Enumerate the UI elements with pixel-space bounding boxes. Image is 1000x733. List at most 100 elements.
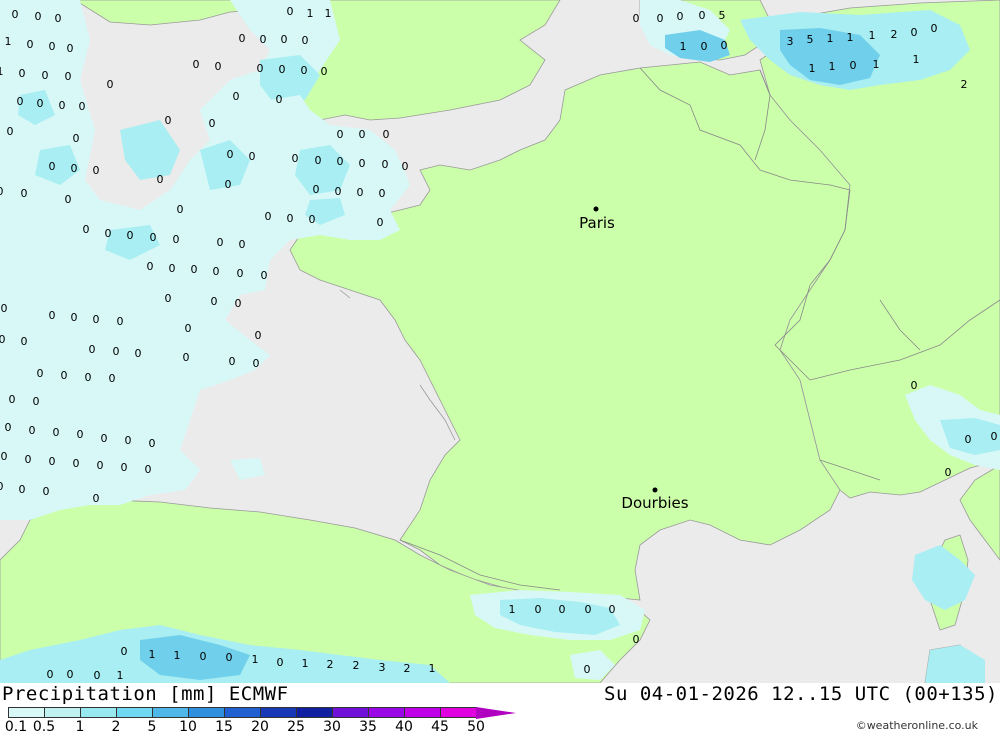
precip-value-label: 0	[5, 421, 12, 434]
precip-value-label: 1	[509, 603, 516, 616]
map-title: Precipitation [mm] ECMWF	[2, 683, 289, 705]
precip-value-label: 0	[97, 459, 104, 472]
precip-value-label: 0	[9, 393, 16, 406]
precip-value-label: 0	[121, 461, 128, 474]
precip-value-label: 0	[559, 603, 566, 616]
scale-tick-label: 45	[431, 719, 449, 733]
precip-value-label: 0	[37, 97, 44, 110]
precip-value-label: 0	[185, 322, 192, 335]
scale-tick-label: 15	[215, 719, 233, 733]
legend-bar: Precipitation [mm] ECMWF Su 04-01-2026 1…	[0, 683, 1000, 733]
precip-value-label: 1	[809, 62, 816, 75]
precip-value-label: 0	[67, 668, 74, 681]
precip-value-label: 0	[177, 203, 184, 216]
precip-value-label: 0	[149, 437, 156, 450]
scale-tick-label: 0.5	[32, 719, 56, 733]
precip-value-label: 0	[377, 216, 384, 229]
precip-value-label: 0	[35, 10, 42, 23]
precip-value-label: 0	[584, 663, 591, 676]
precip-value-label: 0	[277, 656, 284, 669]
scale-tick-label: 2	[111, 719, 121, 733]
precip-value-label: 0	[21, 335, 28, 348]
precip-value-label: 1	[325, 7, 332, 20]
precip-value-label: 0	[67, 42, 74, 55]
precipitation-map: Paris Dourbies 0000111000100000000000000…	[0, 0, 1000, 683]
precip-value-label: 0	[193, 58, 200, 71]
precip-value-label: 1	[873, 58, 880, 71]
precip-value-label: 0	[21, 187, 28, 200]
precip-value-label: 0	[107, 78, 114, 91]
scale-arrow	[476, 707, 516, 719]
precip-value-label: 1	[429, 662, 436, 675]
weather-map-page: Paris Dourbies 0000111000100000000000000…	[0, 0, 1000, 733]
precip-value-label: 0	[65, 193, 72, 206]
precip-value-label: 0	[17, 95, 24, 108]
precip-value-label: 1	[252, 653, 259, 666]
precip-value-label: 0	[200, 650, 207, 663]
precip-value-label: 0	[49, 160, 56, 173]
precip-value-label: 0	[33, 395, 40, 408]
precip-value-label: 0	[165, 114, 172, 127]
precip-value-label: 3	[379, 661, 386, 674]
precip-value-label: 0	[276, 93, 283, 106]
precip-value-label: 0	[19, 67, 26, 80]
precip-value-label: 0	[0, 185, 4, 198]
precip-value-label: 2	[961, 78, 968, 91]
precip-value-label: 1	[0, 65, 4, 78]
precip-value-label: 0	[261, 269, 268, 282]
precip-value-label: 0	[61, 369, 68, 382]
precip-value-label: 0	[850, 59, 857, 72]
precip-value-label: 0	[281, 33, 288, 46]
precip-value-label: 0	[609, 603, 616, 616]
precip-value-label: 0	[657, 12, 664, 25]
precip-value-label: 0	[633, 633, 640, 646]
scale-swatch	[440, 707, 476, 718]
scale-swatch	[80, 707, 116, 718]
precip-value-label: 0	[113, 345, 120, 358]
precip-value-label: 2	[353, 659, 360, 672]
precip-value-label: 2	[404, 662, 411, 675]
precip-value-label: 2	[891, 28, 898, 41]
scale-tick-label: 30	[323, 719, 341, 733]
precip-value-label: 0	[721, 39, 728, 52]
precip-value-label: 0	[633, 12, 640, 25]
precip-value-label: 1	[827, 32, 834, 45]
precip-value-label: 0	[931, 22, 938, 35]
precip-value-label: 0	[55, 12, 62, 25]
precip-value-label: 0	[29, 424, 36, 437]
precip-value-label: 0	[265, 210, 272, 223]
scale-tick-label: 50	[467, 719, 485, 733]
precip-value-label: 0	[145, 463, 152, 476]
precip-value-label: 0	[226, 651, 233, 664]
precip-value-label: 0	[217, 236, 224, 249]
scale-tick-label: 5	[147, 719, 157, 733]
precip-value-label: 0	[260, 33, 267, 46]
precip-value-label: 0	[89, 343, 96, 356]
precip-value-label: 0	[379, 187, 386, 200]
scale-tick-label: 20	[251, 719, 269, 733]
precip-value-label: 3	[787, 35, 794, 48]
precip-value-label: 0	[292, 152, 299, 165]
precip-value-label: 0	[321, 65, 328, 78]
precip-value-label: 0	[239, 32, 246, 45]
precip-value-label: 0	[85, 371, 92, 384]
precip-value-label: 0	[991, 430, 998, 443]
precip-value-label: 0	[49, 40, 56, 53]
precip-value-label: 1	[869, 29, 876, 42]
precip-value-label: 0	[71, 162, 78, 175]
precip-value-label: 0	[701, 40, 708, 53]
precip-value-label: 0	[911, 379, 918, 392]
precip-value-label: 0	[0, 480, 4, 493]
city-dot-paris	[593, 206, 599, 212]
precip-value-label: 5	[807, 33, 814, 46]
precip-value-label: 0	[79, 100, 86, 113]
precip-value-label: 0	[237, 267, 244, 280]
precip-value-label: 0	[77, 428, 84, 441]
precip-value-label: 0	[249, 150, 256, 163]
scale-swatch	[296, 707, 332, 718]
precip-value-label: 1	[847, 31, 854, 44]
precip-value-label: 0	[677, 10, 684, 23]
precip-value-label: 0	[27, 38, 34, 51]
valid-time: Su 04-01-2026 12..15 UTC (00+135)	[604, 683, 998, 705]
precip-value-label: 0	[25, 453, 32, 466]
